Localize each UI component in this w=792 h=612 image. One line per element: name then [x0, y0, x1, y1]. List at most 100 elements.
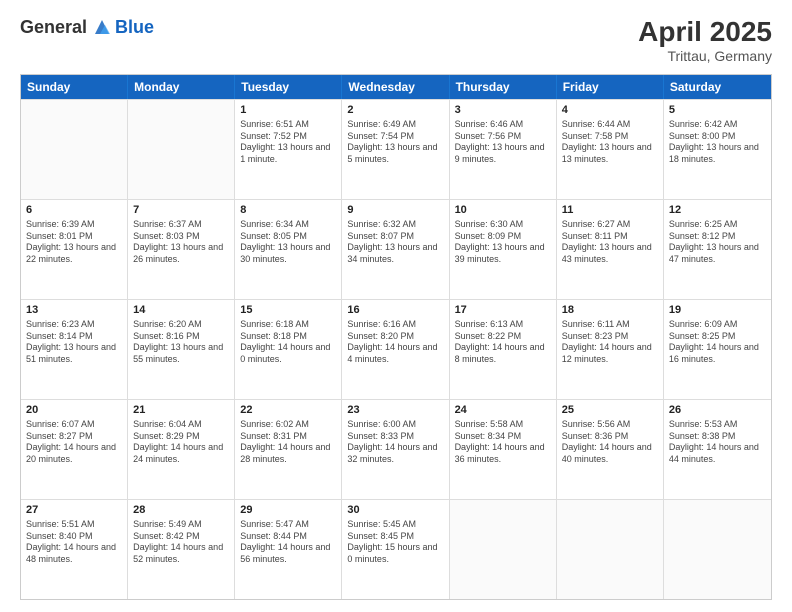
week-row-5: 27Sunrise: 5:51 AM Sunset: 8:40 PM Dayli… [21, 499, 771, 599]
cal-cell [557, 500, 664, 599]
cal-cell: 9Sunrise: 6:32 AM Sunset: 8:07 PM Daylig… [342, 200, 449, 299]
cal-cell: 6Sunrise: 6:39 AM Sunset: 8:01 PM Daylig… [21, 200, 128, 299]
cell-info: Sunrise: 6:39 AM Sunset: 8:01 PM Dayligh… [26, 219, 122, 266]
cal-cell: 3Sunrise: 6:46 AM Sunset: 7:56 PM Daylig… [450, 100, 557, 199]
day-number: 23 [347, 403, 443, 418]
cell-info: Sunrise: 5:47 AM Sunset: 8:44 PM Dayligh… [240, 519, 336, 566]
cal-cell: 30Sunrise: 5:45 AM Sunset: 8:45 PM Dayli… [342, 500, 449, 599]
cell-info: Sunrise: 5:56 AM Sunset: 8:36 PM Dayligh… [562, 419, 658, 466]
cal-cell [128, 100, 235, 199]
cell-info: Sunrise: 6:30 AM Sunset: 8:09 PM Dayligh… [455, 219, 551, 266]
day-number: 25 [562, 403, 658, 418]
day-number: 7 [133, 203, 229, 218]
cal-cell: 26Sunrise: 5:53 AM Sunset: 8:38 PM Dayli… [664, 400, 771, 499]
page: General Blue April 2025 Trittau, Germany… [0, 0, 792, 612]
cell-info: Sunrise: 5:45 AM Sunset: 8:45 PM Dayligh… [347, 519, 443, 566]
cal-cell: 12Sunrise: 6:25 AM Sunset: 8:12 PM Dayli… [664, 200, 771, 299]
cell-info: Sunrise: 6:04 AM Sunset: 8:29 PM Dayligh… [133, 419, 229, 466]
day-number: 4 [562, 103, 658, 118]
cal-cell: 7Sunrise: 6:37 AM Sunset: 8:03 PM Daylig… [128, 200, 235, 299]
day-number: 12 [669, 203, 766, 218]
cell-info: Sunrise: 6:13 AM Sunset: 8:22 PM Dayligh… [455, 319, 551, 366]
cal-cell: 20Sunrise: 6:07 AM Sunset: 8:27 PM Dayli… [21, 400, 128, 499]
header: General Blue April 2025 Trittau, Germany [20, 16, 772, 64]
cell-info: Sunrise: 6:23 AM Sunset: 8:14 PM Dayligh… [26, 319, 122, 366]
week-row-1: 1Sunrise: 6:51 AM Sunset: 7:52 PM Daylig… [21, 99, 771, 199]
cell-info: Sunrise: 6:25 AM Sunset: 8:12 PM Dayligh… [669, 219, 766, 266]
cell-info: Sunrise: 6:27 AM Sunset: 8:11 PM Dayligh… [562, 219, 658, 266]
day-number: 30 [347, 503, 443, 518]
cell-info: Sunrise: 6:32 AM Sunset: 8:07 PM Dayligh… [347, 219, 443, 266]
cal-cell: 27Sunrise: 5:51 AM Sunset: 8:40 PM Dayli… [21, 500, 128, 599]
cal-cell: 28Sunrise: 5:49 AM Sunset: 8:42 PM Dayli… [128, 500, 235, 599]
cal-cell: 23Sunrise: 6:00 AM Sunset: 8:33 PM Dayli… [342, 400, 449, 499]
title-month: April 2025 [638, 16, 772, 48]
day-number: 27 [26, 503, 122, 518]
cal-cell: 13Sunrise: 6:23 AM Sunset: 8:14 PM Dayli… [21, 300, 128, 399]
cal-cell: 18Sunrise: 6:11 AM Sunset: 8:23 PM Dayli… [557, 300, 664, 399]
cal-cell: 4Sunrise: 6:44 AM Sunset: 7:58 PM Daylig… [557, 100, 664, 199]
day-number: 29 [240, 503, 336, 518]
calendar-body: 1Sunrise: 6:51 AM Sunset: 7:52 PM Daylig… [21, 99, 771, 599]
cal-cell: 25Sunrise: 5:56 AM Sunset: 8:36 PM Dayli… [557, 400, 664, 499]
cal-cell: 16Sunrise: 6:16 AM Sunset: 8:20 PM Dayli… [342, 300, 449, 399]
week-row-4: 20Sunrise: 6:07 AM Sunset: 8:27 PM Dayli… [21, 399, 771, 499]
cal-cell [664, 500, 771, 599]
day-number: 22 [240, 403, 336, 418]
cal-cell: 2Sunrise: 6:49 AM Sunset: 7:54 PM Daylig… [342, 100, 449, 199]
title-block: April 2025 Trittau, Germany [638, 16, 772, 64]
cell-info: Sunrise: 6:34 AM Sunset: 8:05 PM Dayligh… [240, 219, 336, 266]
cal-cell: 11Sunrise: 6:27 AM Sunset: 8:11 PM Dayli… [557, 200, 664, 299]
cal-cell: 21Sunrise: 6:04 AM Sunset: 8:29 PM Dayli… [128, 400, 235, 499]
cal-cell: 5Sunrise: 6:42 AM Sunset: 8:00 PM Daylig… [664, 100, 771, 199]
header-day-thursday: Thursday [450, 75, 557, 99]
logo: General Blue [20, 16, 154, 38]
cal-cell: 15Sunrise: 6:18 AM Sunset: 8:18 PM Dayli… [235, 300, 342, 399]
day-number: 20 [26, 403, 122, 418]
day-number: 14 [133, 303, 229, 318]
cell-info: Sunrise: 6:44 AM Sunset: 7:58 PM Dayligh… [562, 119, 658, 166]
day-number: 19 [669, 303, 766, 318]
cal-cell: 17Sunrise: 6:13 AM Sunset: 8:22 PM Dayli… [450, 300, 557, 399]
cell-info: Sunrise: 6:20 AM Sunset: 8:16 PM Dayligh… [133, 319, 229, 366]
day-number: 28 [133, 503, 229, 518]
day-number: 3 [455, 103, 551, 118]
day-number: 2 [347, 103, 443, 118]
cal-cell: 19Sunrise: 6:09 AM Sunset: 8:25 PM Dayli… [664, 300, 771, 399]
day-number: 17 [455, 303, 551, 318]
header-day-wednesday: Wednesday [342, 75, 449, 99]
logo-general-text: General [20, 17, 87, 38]
cal-cell: 14Sunrise: 6:20 AM Sunset: 8:16 PM Dayli… [128, 300, 235, 399]
cell-info: Sunrise: 5:49 AM Sunset: 8:42 PM Dayligh… [133, 519, 229, 566]
day-number: 21 [133, 403, 229, 418]
cell-info: Sunrise: 6:02 AM Sunset: 8:31 PM Dayligh… [240, 419, 336, 466]
title-location: Trittau, Germany [638, 48, 772, 64]
header-day-tuesday: Tuesday [235, 75, 342, 99]
cell-info: Sunrise: 6:49 AM Sunset: 7:54 PM Dayligh… [347, 119, 443, 166]
header-day-saturday: Saturday [664, 75, 771, 99]
day-number: 8 [240, 203, 336, 218]
day-number: 10 [455, 203, 551, 218]
header-day-monday: Monday [128, 75, 235, 99]
week-row-3: 13Sunrise: 6:23 AM Sunset: 8:14 PM Dayli… [21, 299, 771, 399]
cell-info: Sunrise: 6:46 AM Sunset: 7:56 PM Dayligh… [455, 119, 551, 166]
cell-info: Sunrise: 6:07 AM Sunset: 8:27 PM Dayligh… [26, 419, 122, 466]
cell-info: Sunrise: 6:09 AM Sunset: 8:25 PM Dayligh… [669, 319, 766, 366]
calendar-header-row: SundayMondayTuesdayWednesdayThursdayFrid… [21, 75, 771, 99]
cell-info: Sunrise: 6:00 AM Sunset: 8:33 PM Dayligh… [347, 419, 443, 466]
cal-cell [21, 100, 128, 199]
cal-cell: 29Sunrise: 5:47 AM Sunset: 8:44 PM Dayli… [235, 500, 342, 599]
cell-info: Sunrise: 6:51 AM Sunset: 7:52 PM Dayligh… [240, 119, 336, 166]
day-number: 18 [562, 303, 658, 318]
logo-blue-text: Blue [115, 17, 154, 38]
day-number: 5 [669, 103, 766, 118]
day-number: 16 [347, 303, 443, 318]
cal-cell: 24Sunrise: 5:58 AM Sunset: 8:34 PM Dayli… [450, 400, 557, 499]
header-day-friday: Friday [557, 75, 664, 99]
cell-info: Sunrise: 5:51 AM Sunset: 8:40 PM Dayligh… [26, 519, 122, 566]
logo-icon [91, 16, 113, 38]
cal-cell: 8Sunrise: 6:34 AM Sunset: 8:05 PM Daylig… [235, 200, 342, 299]
day-number: 15 [240, 303, 336, 318]
header-day-sunday: Sunday [21, 75, 128, 99]
week-row-2: 6Sunrise: 6:39 AM Sunset: 8:01 PM Daylig… [21, 199, 771, 299]
